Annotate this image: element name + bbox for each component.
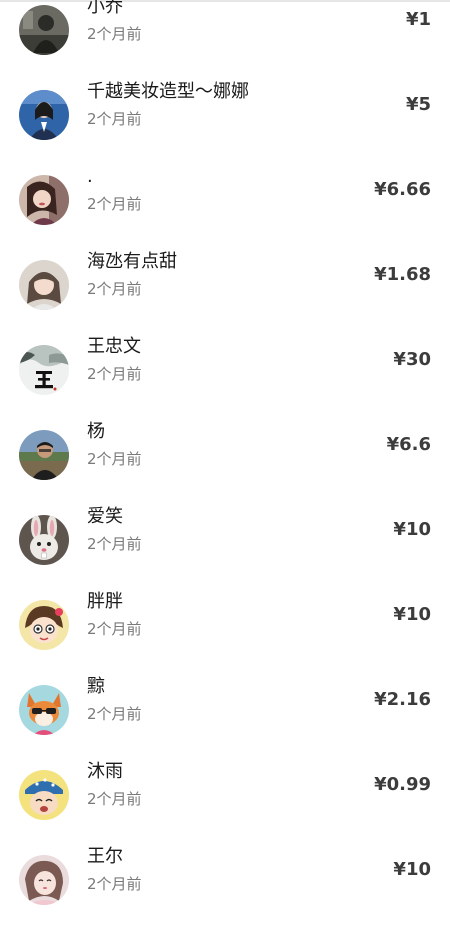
donor-name: . [87,166,93,187]
cartoon-boy-hat-icon [19,770,69,820]
donor-name: 杨 [87,421,105,442]
donation-time: 2个月前 [87,705,142,723]
list-item[interactable]: 爱笑 2个月前 ¥10 [0,506,450,600]
fox-cartoon-icon [19,685,69,735]
photo-woman-icon [19,175,69,225]
list-item[interactable]: 海氹有点甜 2个月前 ¥1.68 [0,251,450,345]
donation-amount: ¥2.16 [374,689,431,710]
donor-name: 王忠文 [87,336,141,357]
avatar[interactable] [19,5,69,55]
donation-amount: ¥10 [393,604,431,625]
avatar[interactable] [19,685,69,735]
donation-amount: ¥6.6 [386,434,431,455]
donor-name: 海氹有点甜 [87,251,177,272]
avatar[interactable] [19,515,69,565]
donation-time: 2个月前 [87,280,142,298]
donation-amount: ¥0.99 [374,774,431,795]
donor-name: 千越美妆造型～娜娜 [87,81,249,102]
avatar[interactable] [19,855,69,905]
avatar[interactable] [19,770,69,820]
donor-name: 王尔 [87,846,123,867]
donation-time: 2个月前 [87,875,142,893]
donor-name: 沐雨 [87,761,123,782]
photo-man-icon [19,430,69,480]
donation-time: 2个月前 [87,620,142,638]
list-item[interactable]: 杨 2个月前 ¥6.6 [0,421,450,515]
avatar[interactable] [19,345,69,395]
donation-amount: ¥1.68 [374,264,431,285]
donation-time: 2个月前 [87,365,142,383]
list-item[interactable]: . 2个月前 ¥6.66 [0,166,450,260]
donation-time: 2个月前 [87,110,142,128]
list-item[interactable]: 千越美妆造型～娜娜 2个月前 ¥5 [0,81,450,175]
top-divider [0,0,450,2]
list-item[interactable]: 王尔 2个月前 ¥10 [0,846,450,940]
rabbit-cartoon-icon [19,515,69,565]
avatar[interactable] [19,175,69,225]
avatar[interactable] [19,600,69,650]
list-item[interactable]: 王忠文 2个月前 ¥30 [0,336,450,430]
donation-time: 2个月前 [87,25,142,43]
avatar[interactable] [19,430,69,480]
calligraphy-wang-icon [19,345,69,395]
donation-time: 2个月前 [87,790,142,808]
donation-amount: ¥1 [405,9,431,30]
photo-woman-blue-icon [19,90,69,140]
donation-amount: ¥10 [393,519,431,540]
photo-person-icon [19,5,69,55]
avatar[interactable] [19,90,69,140]
avatar[interactable] [19,260,69,310]
donor-name: 黥 [87,676,105,697]
photo-girl-pink-icon [19,855,69,905]
donation-time: 2个月前 [87,535,142,553]
list-item[interactable]: 小乔 2个月前 ¥1 [0,0,450,90]
cartoon-girl-icon [19,600,69,650]
donation-amount: ¥10 [393,859,431,880]
donor-name: 胖胖 [87,591,123,612]
donation-time: 2个月前 [87,450,142,468]
list-item[interactable]: 沐雨 2个月前 ¥0.99 [0,761,450,855]
donation-amount: ¥6.66 [374,179,431,200]
donation-amount: ¥30 [393,349,431,370]
donation-amount: ¥5 [405,94,431,115]
photo-girl-icon [19,260,69,310]
list-item[interactable]: 黥 2个月前 ¥2.16 [0,676,450,770]
list-item[interactable]: 胖胖 2个月前 ¥10 [0,591,450,685]
donor-name: 小乔 [87,0,123,17]
donation-time: 2个月前 [87,195,142,213]
donor-name: 爱笑 [87,506,123,527]
